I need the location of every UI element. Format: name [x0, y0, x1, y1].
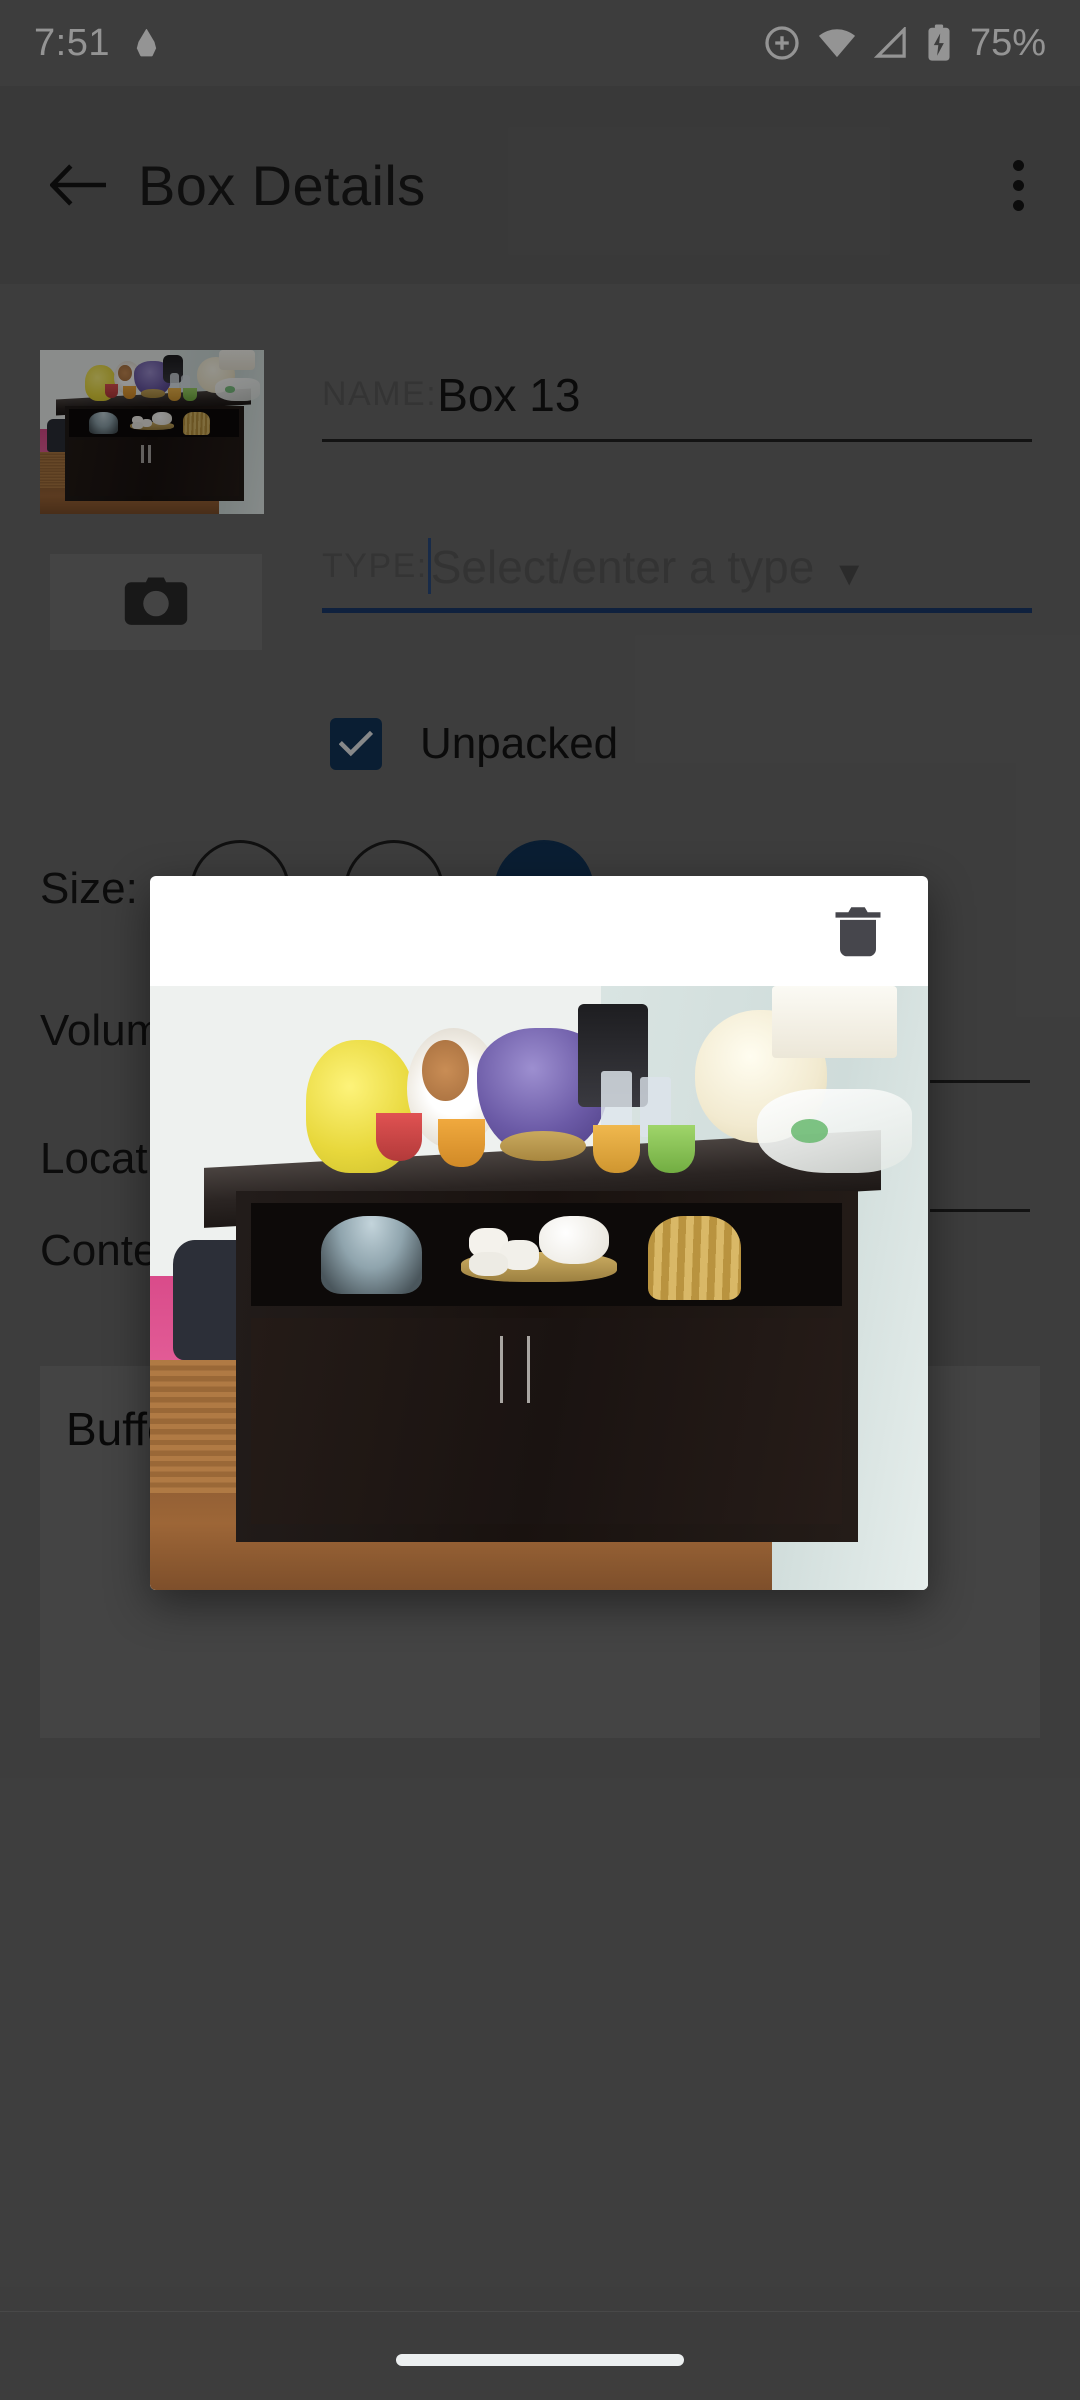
home-gesture-pill[interactable]: [396, 2354, 684, 2366]
buffet-cabinet-image: [150, 986, 928, 1590]
dialog-photo[interactable]: [150, 986, 928, 1590]
trash-icon: [833, 905, 883, 959]
phone-screen: NAME: Box 13 TYPE: Select/enter a type ▼…: [0, 0, 1080, 2400]
delete-photo-button[interactable]: [830, 904, 886, 960]
photo-preview-dialog: [150, 876, 928, 1590]
navigation-bar: [0, 2312, 1080, 2400]
dialog-header: [150, 876, 928, 986]
